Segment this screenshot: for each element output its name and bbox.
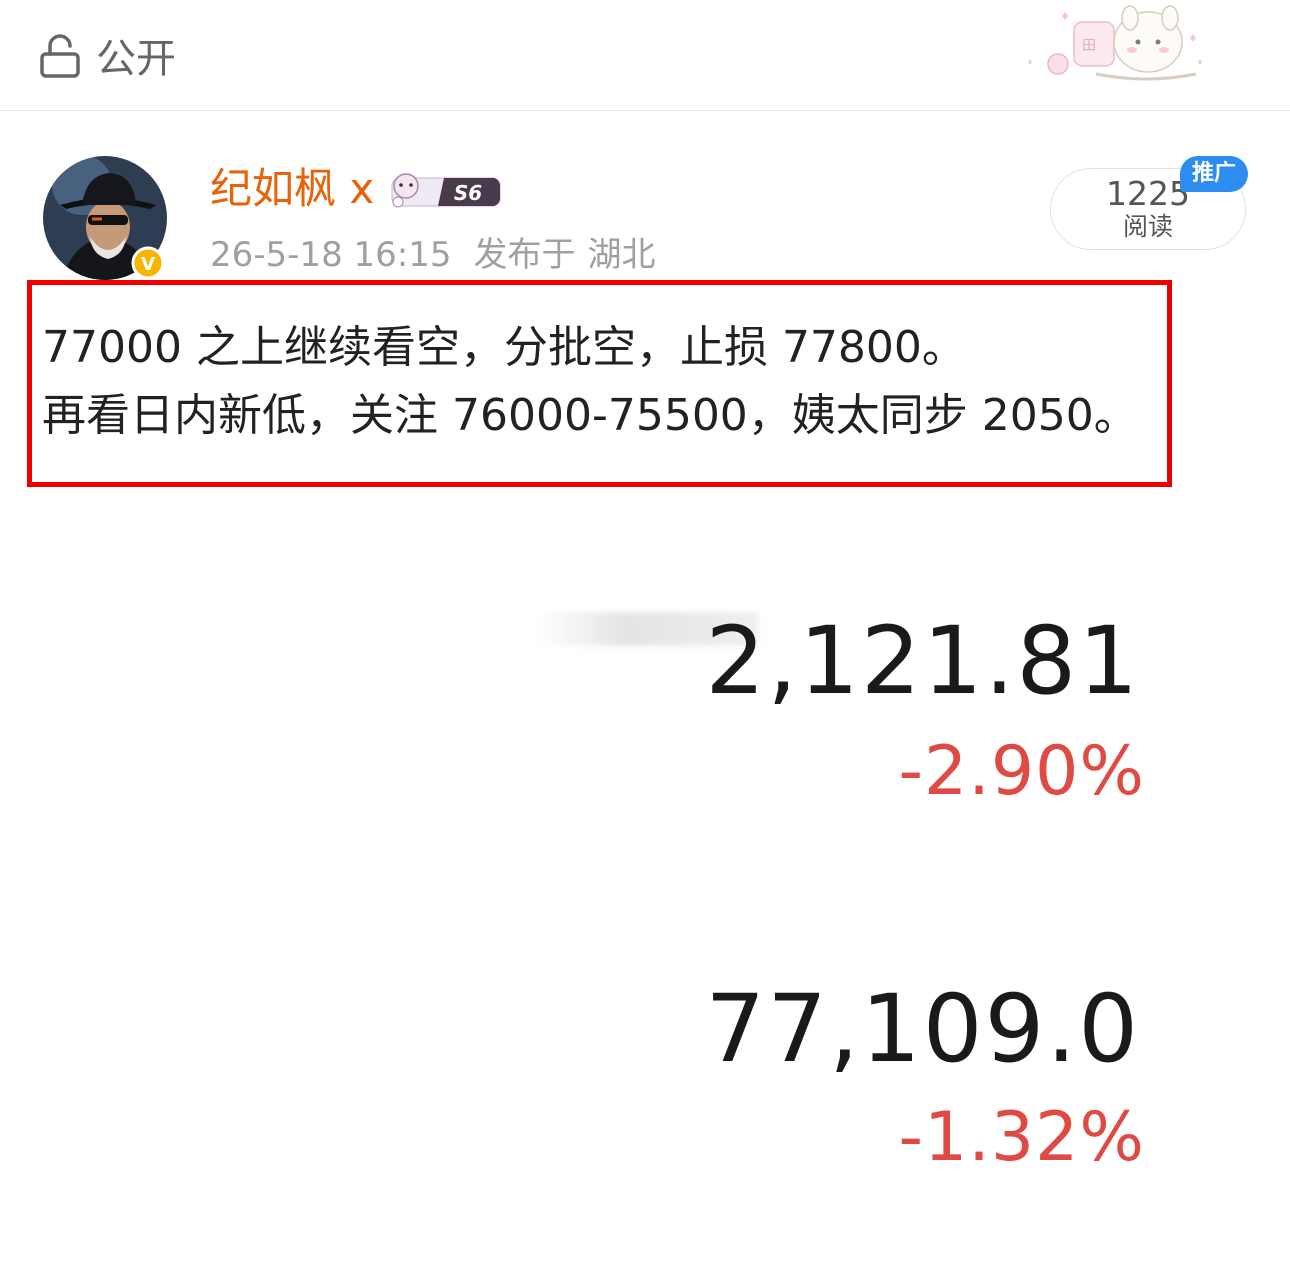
promote-tag[interactable]: 推广 [1180,156,1248,192]
post-content-line: 再看日内新低，关注 76000-75500，姨太同步 2050。 [42,390,1138,441]
reads-label: 阅读 [1122,212,1173,241]
quote-price: 77,109.0 [705,975,1140,1084]
svg-text:田: 田 [1082,38,1096,54]
quote-price: 2,121.81 [705,607,1140,716]
cute-bunny-sticker-icon: 田 [1028,5,1202,81]
author-name[interactable]: 纪如枫 x [210,160,374,218]
post-meta: 26-5-18 16:15 发布于 湖北 [210,232,656,278]
avatar[interactable]: V [42,155,168,281]
fan-badge-s6-icon[interactable]: S6 [384,168,502,212]
visibility-label[interactable]: 公开 [96,34,176,84]
top-bar: 公开 田 [0,0,1290,111]
svg-text:V: V [141,254,155,275]
post-time: 26-5-18 16:15 [210,235,452,275]
quote-change: -2.90% [898,732,1145,811]
quote-change: -1.32% [898,1098,1145,1177]
location-prefix: 发布于 [473,235,576,275]
post-content-line: 77000 之上继续看空，分批空，止损 77800。 [42,322,966,373]
post-location: 湖北 [587,235,656,275]
svg-text:S6: S6 [454,181,482,205]
post-content: 77000 之上继续看空，分批空，止损 77800。 再看日内新低，关注 760… [42,314,1182,450]
unlock-icon[interactable] [40,34,82,78]
